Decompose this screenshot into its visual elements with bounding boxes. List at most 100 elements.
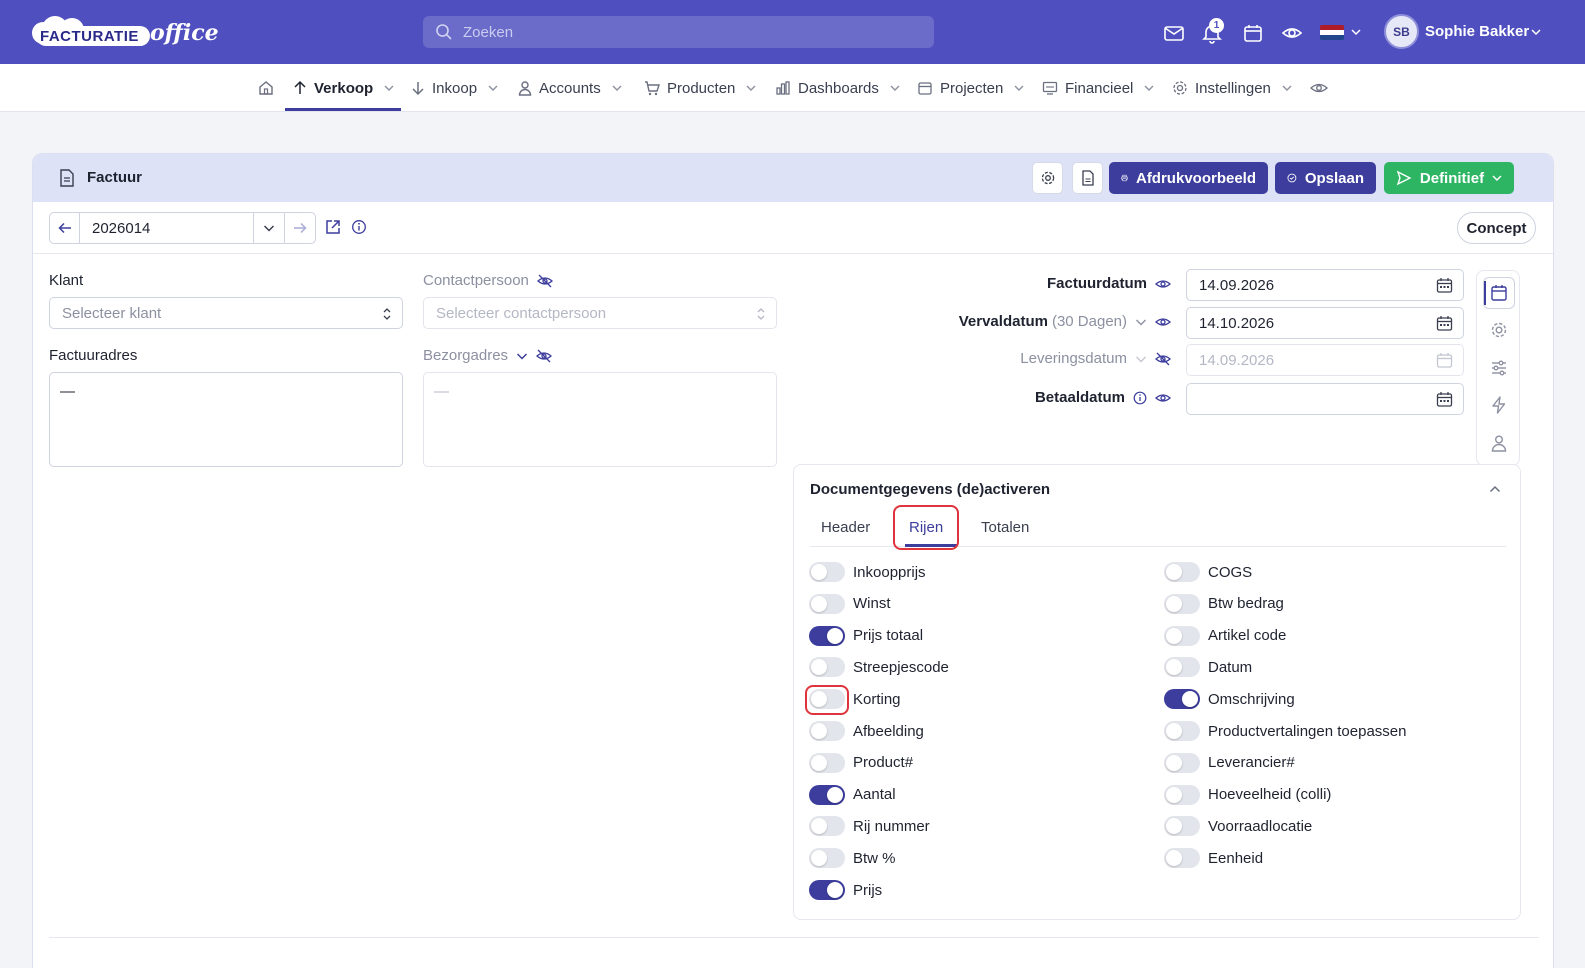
next-button[interactable] bbox=[285, 213, 315, 243]
nav-instellingen[interactable]: Instellingen bbox=[1172, 64, 1292, 112]
toggle-switch[interactable] bbox=[809, 625, 845, 646]
eye-off-icon[interactable] bbox=[1155, 352, 1171, 366]
info-icon[interactable] bbox=[1133, 391, 1147, 405]
toggle-row[interactable]: Datum bbox=[1164, 656, 1252, 678]
toggle-switch[interactable] bbox=[1164, 657, 1200, 678]
calendar-icon[interactable] bbox=[1436, 315, 1453, 332]
status-badge[interactable]: Concept bbox=[1457, 212, 1536, 244]
toggle-switch[interactable] bbox=[809, 848, 845, 869]
invoice-number-dropdown[interactable] bbox=[254, 213, 285, 243]
chevron-down-icon[interactable] bbox=[516, 352, 528, 360]
toggle-switch[interactable] bbox=[809, 721, 845, 741]
gear-icon[interactable] bbox=[1489, 320, 1509, 340]
invoice-address-field[interactable]: — bbox=[49, 372, 403, 467]
toggle-switch[interactable] bbox=[809, 880, 845, 900]
toggle-row[interactable]: Rij nummer bbox=[809, 815, 930, 837]
toggle-row[interactable]: Btw % bbox=[809, 847, 896, 869]
toggle-switch[interactable] bbox=[809, 752, 845, 773]
toggle-row[interactable]: Productvertalingen toepassen bbox=[1164, 720, 1406, 742]
toggle-row[interactable]: Omschrijving bbox=[1164, 688, 1295, 710]
delivery-address-field[interactable]: — bbox=[423, 372, 777, 467]
eye-icon[interactable] bbox=[1310, 80, 1328, 96]
toggle-row[interactable]: Btw bedrag bbox=[1164, 593, 1284, 615]
toggle-switch[interactable] bbox=[809, 784, 845, 805]
nav-producten[interactable]: Producten bbox=[644, 64, 756, 112]
avatar[interactable]: SB bbox=[1384, 14, 1419, 49]
calendar-icon[interactable] bbox=[1436, 277, 1453, 294]
tab-header[interactable]: Header bbox=[821, 519, 870, 536]
previous-button[interactable] bbox=[50, 213, 80, 243]
toggle-row[interactable]: Product# bbox=[809, 752, 913, 774]
print-preview-button[interactable]: Afdrukvoorbeeld bbox=[1109, 162, 1268, 194]
pdf-button[interactable] bbox=[1072, 162, 1103, 194]
eye-icon[interactable] bbox=[1155, 277, 1171, 291]
toggle-row[interactable]: Aantal bbox=[809, 784, 896, 806]
mail-icon[interactable] bbox=[1163, 22, 1185, 44]
chevron-down-icon[interactable] bbox=[1135, 318, 1147, 326]
toggle-row[interactable]: COGS bbox=[1164, 561, 1252, 583]
client-select[interactable]: Selecteer klant bbox=[49, 297, 403, 329]
tab-totalen[interactable]: Totalen bbox=[981, 519, 1029, 536]
contact-select[interactable]: Selecteer contactpersoon bbox=[423, 297, 777, 329]
external-link-icon[interactable] bbox=[324, 218, 342, 236]
toggle-switch[interactable] bbox=[809, 816, 845, 837]
calendar-icon[interactable] bbox=[1242, 22, 1264, 44]
toggle-switch[interactable] bbox=[1164, 752, 1200, 773]
toggle-switch[interactable] bbox=[809, 657, 845, 678]
toggle-switch[interactable] bbox=[1164, 784, 1200, 805]
toggle-row[interactable]: Inkoopprijs bbox=[809, 561, 926, 583]
toggle-row[interactable]: Leverancier# bbox=[1164, 752, 1295, 774]
toggle-row[interactable]: Prijs totaal bbox=[809, 625, 923, 647]
invoice-number-field[interactable]: 2026014 bbox=[80, 213, 254, 243]
toggle-switch[interactable] bbox=[1164, 721, 1200, 741]
toggle-row[interactable]: Voorraadlocatie bbox=[1164, 815, 1312, 837]
toggle-switch[interactable] bbox=[1164, 625, 1200, 646]
calendar-icon[interactable] bbox=[1436, 391, 1453, 408]
nav-financieel[interactable]: Financieel bbox=[1042, 64, 1154, 112]
user-name[interactable]: Sophie Bakker bbox=[1425, 23, 1529, 40]
paid-date-input[interactable] bbox=[1186, 383, 1464, 415]
toggle-row[interactable]: Eenheid bbox=[1164, 847, 1263, 869]
toggle-switch[interactable] bbox=[809, 593, 845, 614]
toggle-switch[interactable] bbox=[1164, 562, 1200, 582]
final-button[interactable]: Definitief bbox=[1384, 162, 1514, 194]
invoice-date-input[interactable]: 14.09.2026 bbox=[1186, 269, 1464, 301]
toggle-row[interactable]: Streepjescode bbox=[809, 656, 949, 678]
delivery-date-input[interactable]: 14.09.2026 bbox=[1186, 344, 1464, 376]
chevron-up-icon[interactable] bbox=[1489, 485, 1501, 493]
language-flag-icon[interactable] bbox=[1320, 25, 1344, 40]
toggle-row[interactable]: Prijs bbox=[809, 879, 882, 901]
toggle-switch[interactable] bbox=[809, 562, 845, 582]
lightning-icon[interactable] bbox=[1489, 395, 1509, 415]
nav-accounts[interactable]: Accounts bbox=[518, 64, 622, 112]
search-input[interactable]: Zoeken bbox=[423, 16, 934, 48]
chevron-down-icon[interactable] bbox=[1351, 28, 1361, 36]
toggle-switch[interactable] bbox=[1164, 816, 1200, 837]
nav-inkoop[interactable]: Inkoop bbox=[411, 64, 498, 112]
sliders-icon[interactable] bbox=[1489, 358, 1509, 378]
user-icon[interactable] bbox=[1489, 433, 1509, 453]
toggle-row[interactable]: Afbeelding bbox=[809, 720, 924, 742]
nav-verkoop[interactable]: Verkoop bbox=[293, 64, 394, 112]
save-button[interactable]: Opslaan bbox=[1275, 162, 1376, 194]
logo[interactable]: FACTURATIE office bbox=[32, 14, 219, 50]
home-icon[interactable] bbox=[258, 80, 274, 96]
eye-off-icon[interactable] bbox=[536, 274, 553, 288]
toggle-row[interactable]: Artikel code bbox=[1164, 625, 1286, 647]
chevron-down-icon[interactable] bbox=[1531, 28, 1541, 36]
eye-icon[interactable] bbox=[1281, 22, 1303, 44]
eye-off-icon[interactable] bbox=[536, 349, 553, 363]
info-icon[interactable] bbox=[351, 219, 367, 235]
eye-icon[interactable] bbox=[1155, 315, 1171, 329]
calendar-icon[interactable] bbox=[1489, 283, 1509, 303]
due-date-input[interactable]: 14.10.2026 bbox=[1186, 307, 1464, 339]
nav-dashboards[interactable]: Dashboards bbox=[775, 64, 900, 112]
toggle-row[interactable]: Winst bbox=[809, 593, 891, 615]
nav-projecten[interactable]: Projecten bbox=[917, 64, 1024, 112]
toggle-row[interactable]: Hoeveelheid (colli) bbox=[1164, 784, 1331, 806]
toggle-switch[interactable] bbox=[1164, 593, 1200, 614]
toggle-switch[interactable] bbox=[1164, 689, 1200, 710]
toggle-switch[interactable] bbox=[1164, 848, 1200, 869]
chevron-down-icon[interactable] bbox=[1135, 355, 1147, 363]
eye-icon[interactable] bbox=[1155, 391, 1171, 405]
